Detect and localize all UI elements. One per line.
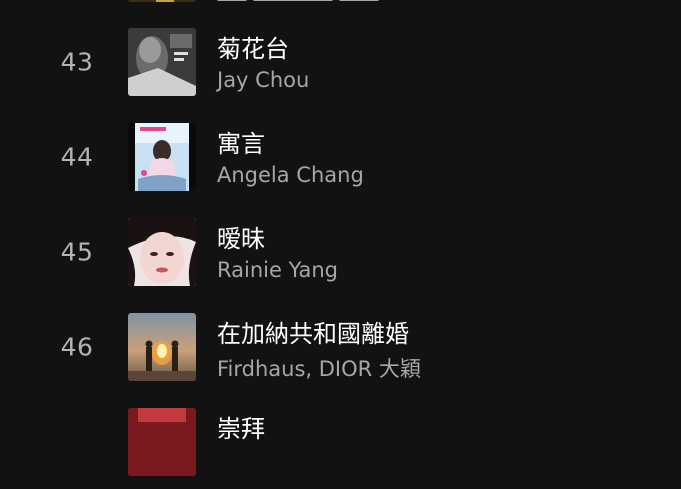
track-title[interactable]: 寓言 xyxy=(217,124,265,159)
album-cover[interactable] xyxy=(128,313,196,381)
track-title[interactable]: 暧昧 xyxy=(217,219,265,254)
album-cover[interactable] xyxy=(128,123,196,191)
album-cover-partial-top[interactable] xyxy=(128,0,196,2)
track-artist[interactable]: Firdhaus, DIOR 大穎 xyxy=(217,353,421,383)
track-artist[interactable]: Rainie Yang xyxy=(217,258,338,282)
album-art-image xyxy=(128,0,196,2)
album-cover[interactable] xyxy=(128,28,196,96)
album-art-image xyxy=(128,123,196,191)
track-title[interactable]: 在加納共和國離婚 xyxy=(217,314,409,349)
track-row-partial[interactable]: 崇拜 xyxy=(0,394,681,489)
track-artist[interactable]: Jay Chou xyxy=(217,68,309,92)
track-title[interactable]: 菊花台 xyxy=(217,29,289,64)
album-cover[interactable] xyxy=(128,218,196,286)
track-row[interactable]: 45 暧昧 Rainie Yang xyxy=(0,204,681,299)
track-title[interactable]: 崇拜 xyxy=(217,409,265,444)
track-number: 45 xyxy=(60,237,94,266)
track-text-partial-top xyxy=(217,0,537,4)
track-number: 46 xyxy=(60,332,94,361)
track-artist[interactable]: Angela Chang xyxy=(217,163,364,187)
album-art-image xyxy=(128,408,196,476)
track-row[interactable]: 46 在加納共和國離婚 Firdhaus, DIOR 大穎 xyxy=(0,299,681,394)
album-art-image xyxy=(128,218,196,286)
track-row[interactable]: 43 菊花台 Jay Chou xyxy=(0,14,681,109)
track-list: 43 菊花台 Jay Chou 44 寓言 Angela Chang 45 暧昧… xyxy=(0,0,681,476)
track-number: 44 xyxy=(60,142,94,171)
album-art-image xyxy=(128,313,196,381)
album-cover[interactable] xyxy=(128,408,196,476)
track-number: 43 xyxy=(60,47,94,76)
album-art-image xyxy=(128,28,196,96)
track-row[interactable]: 44 寓言 Angela Chang xyxy=(0,109,681,204)
